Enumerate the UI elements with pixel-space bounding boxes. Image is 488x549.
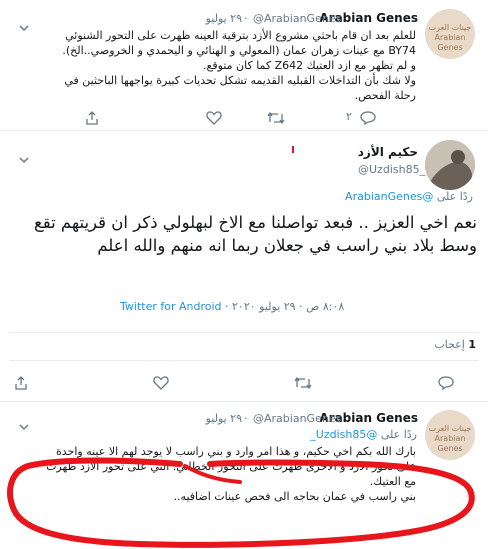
author-name[interactable]: حكيم الأزد <box>358 145 418 159</box>
reply-icon[interactable] <box>360 110 376 126</box>
replying-to-link[interactable]: @Uzdish85_ <box>310 428 377 441</box>
author-handle[interactable]: @ArabianGenes <box>253 12 341 25</box>
source-link[interactable]: Twitter for Android <box>120 300 222 313</box>
replying-to-link[interactable]: @ArabianGenes <box>345 190 433 203</box>
tweet-line: BY74 مع عينات زهران عمان (المعولي و الهن… <box>62 44 416 57</box>
retweet-icon[interactable] <box>294 375 312 391</box>
replying-to: ردًا على @ArabianGenes <box>345 190 473 203</box>
tweet-line: للعلم بعد ان قام باحثي مشروع الأزد بترقي… <box>65 29 416 42</box>
like-icon[interactable] <box>206 110 222 126</box>
tweet-timestamp[interactable]: ٨:٠٨ ص · ٢٩ يوليو ٢٠٢٠ <box>232 300 344 313</box>
avatar-logo-text: جينات العرب Arabian Genes <box>428 424 472 453</box>
tweet-date[interactable]: ۲۹ يوليو <box>192 412 242 425</box>
replying-to: ردًا على @Uzdish85_ <box>300 428 417 441</box>
replying-label: ردًا على <box>380 428 417 441</box>
divider <box>10 332 478 333</box>
reply-count: ۲ <box>346 110 352 123</box>
avatar[interactable]: جينات العرب Arabian Genes <box>425 9 475 59</box>
more-icon[interactable] <box>18 416 30 431</box>
tweet-body: نعم اخي العزيز .. فبعد تواصلنا مع الاخ ل… <box>33 213 477 255</box>
likes-count: 1 <box>468 338 476 351</box>
likes-stat[interactable]: 1 إعجاب <box>400 338 476 351</box>
tweet-date[interactable]: ۲۹ يوليو <box>192 12 242 25</box>
likes-label: إعجاب <box>434 338 465 351</box>
reply-icon[interactable] <box>438 375 454 391</box>
replying-label: ردًا على <box>436 190 473 203</box>
dot-separator: · <box>244 412 248 425</box>
tweet-body: للعلم بعد ان قام باحثي مشروع الأزد بترقي… <box>16 28 416 103</box>
author-handle[interactable]: @Uzdish85_ <box>358 163 425 176</box>
dot-separator: · <box>244 12 248 25</box>
tweet-2: حكيم الأزد @Uzdish85_ ردًا على @ArabianG… <box>0 131 488 401</box>
tweet-line: و لم تظهر مع ازد العتيك Z642 كما كان متو… <box>203 59 416 72</box>
dot-separator: · <box>225 300 229 313</box>
share-icon[interactable] <box>85 110 101 126</box>
retweet-icon[interactable] <box>267 110 285 126</box>
annotation-mark <box>292 146 294 153</box>
red-annotation-scribble <box>7 457 475 548</box>
divider <box>10 360 478 361</box>
like-icon[interactable] <box>153 375 169 391</box>
tweet-1[interactable]: جينات العرب Arabian Genes Arabian Genes … <box>0 0 488 130</box>
avatar-logo-text: جينات العرب Arabian Genes <box>428 23 472 52</box>
more-icon[interactable] <box>18 149 30 164</box>
avatar[interactable] <box>425 140 475 190</box>
tweet-meta: Twitter for Android · ٨:٠٨ ص · ٢٩ يوليو … <box>120 300 344 313</box>
tweet-line: ولا شك بأن التداخلات القبليه القديمه تشك… <box>64 74 416 87</box>
tweet-line: رحلة الفحص. <box>354 89 416 102</box>
more-icon[interactable] <box>18 17 30 32</box>
tweet-3[interactable]: جينات العرب Arabian Genes Arabian Genes … <box>0 402 488 549</box>
share-icon[interactable] <box>14 375 30 391</box>
author-handle[interactable]: @ArabianGenes <box>253 412 341 425</box>
